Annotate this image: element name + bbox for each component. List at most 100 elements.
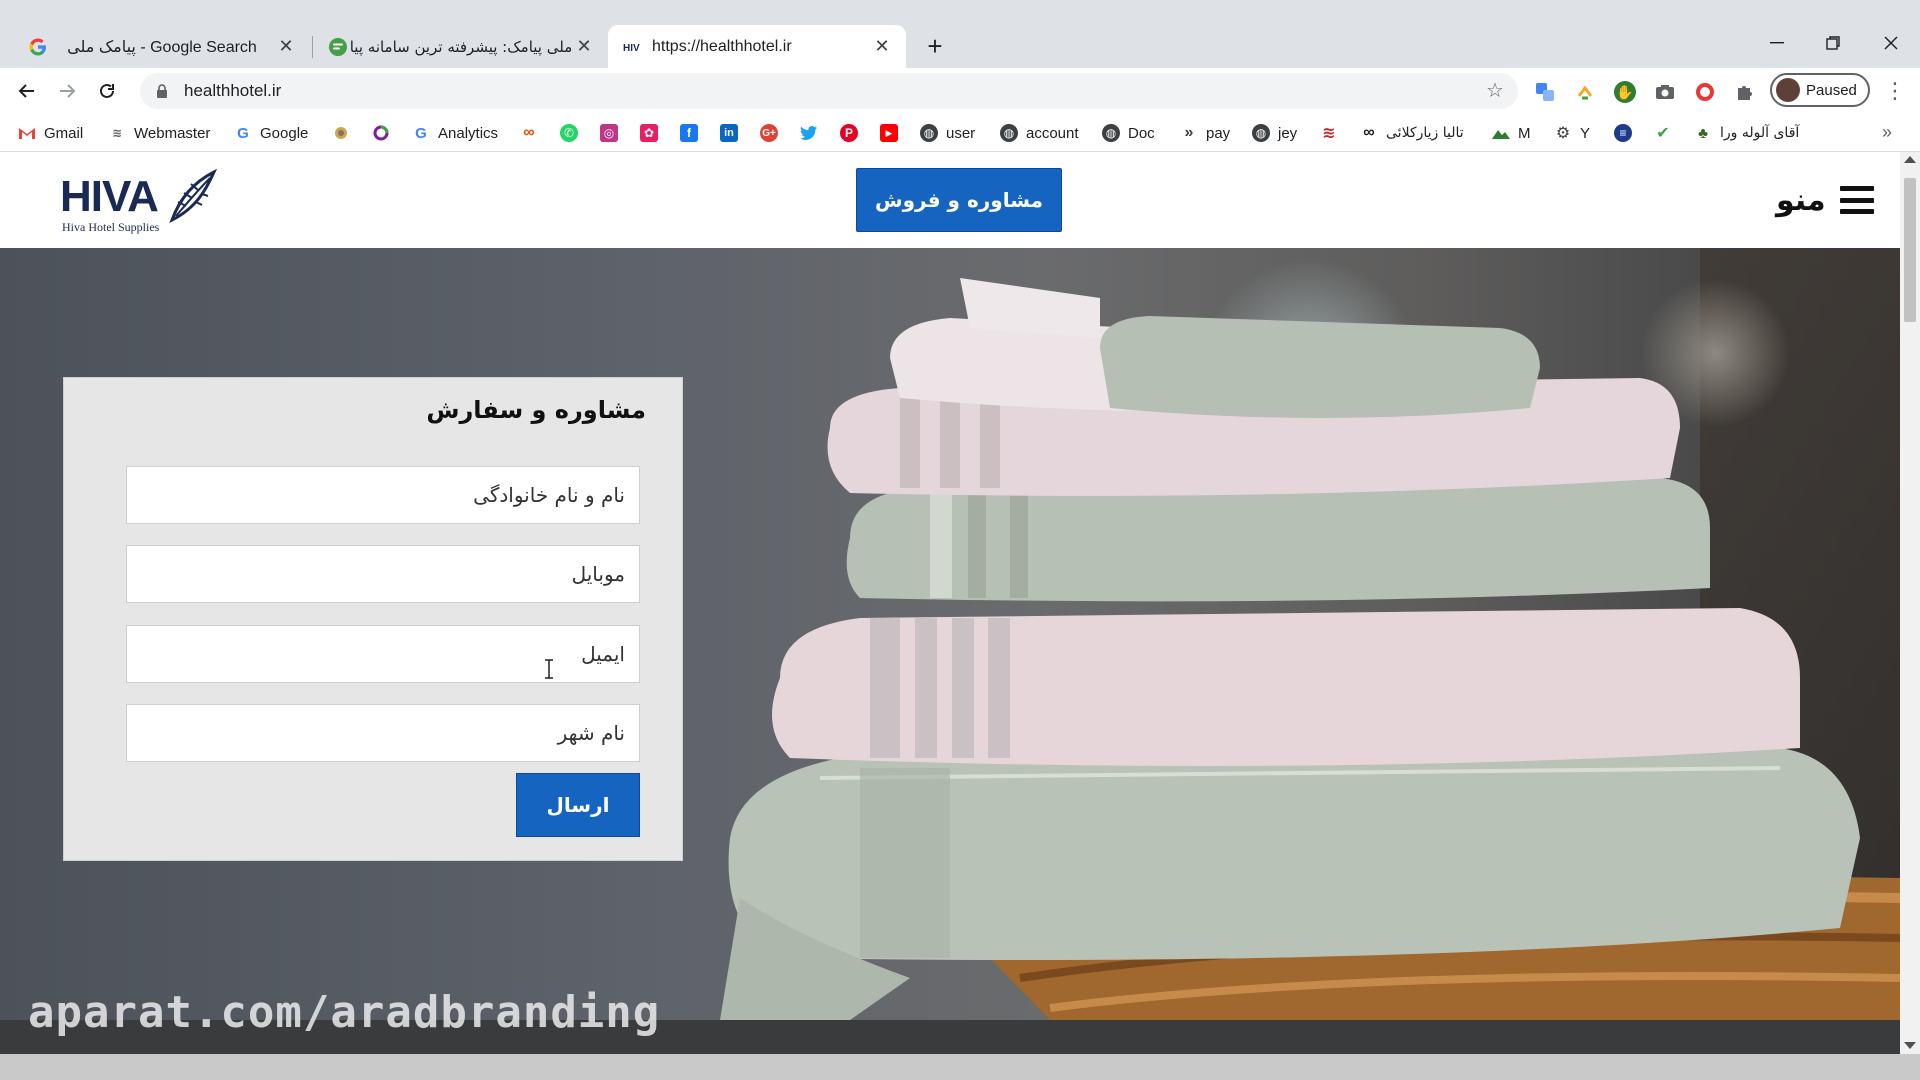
- forward-icon[interactable]: [52, 76, 82, 106]
- page-viewport: HIVA Hiva Hotel Supplies مشاوره و فروش م…: [0, 152, 1920, 1054]
- bookmark-google-plus[interactable]: G+: [760, 120, 778, 146]
- tab-meli-payamak[interactable]: ملی پیامک: پیشرفته ترین سامانه پیا ✕: [314, 25, 608, 68]
- tab-strip: پیامک ملی - Google Search ✕ ملی پیامک: پ…: [0, 0, 1920, 68]
- window-close-icon[interactable]: [1876, 30, 1906, 56]
- ring-icon: [372, 124, 390, 142]
- bookmark-analytics[interactable]: G Analytics: [412, 120, 498, 146]
- linkedin-icon: in: [720, 124, 738, 142]
- bookmark-m[interactable]: M: [1492, 120, 1531, 146]
- bookmark-aloevera[interactable]: ♣ آقای آلوله ورا: [1694, 120, 1799, 146]
- bookmark-pay[interactable]: » pay: [1180, 120, 1230, 146]
- towel-stack-image: [720, 278, 1900, 1020]
- mobile-field[interactable]: موبایل: [126, 545, 640, 603]
- form-title: مشاوره و سفارش: [426, 396, 646, 424]
- status-strip: [0, 1054, 1920, 1080]
- translate-extension-icon[interactable]: [1534, 81, 1556, 103]
- bookmark-twitter[interactable]: [800, 120, 818, 146]
- bookmark-coin[interactable]: ≡: [1614, 120, 1632, 146]
- new-tab-button[interactable]: +: [920, 32, 950, 62]
- profile-status: Paused: [1806, 81, 1857, 99]
- bookmark-badge[interactable]: [332, 120, 350, 146]
- site-icon: HIV: [622, 37, 642, 57]
- scroll-down-arrow-icon[interactable]: [1904, 1042, 1916, 1049]
- bookmark-facebook[interactable]: f: [680, 120, 698, 146]
- bookmark-jey[interactable]: ◍ jey: [1252, 120, 1297, 146]
- check-icon: ✔: [1654, 124, 1672, 142]
- google-icon: [28, 37, 48, 57]
- pinterest-icon: P: [840, 124, 858, 142]
- globe-icon: ◍: [920, 124, 938, 142]
- youtube-icon: ▶: [880, 124, 898, 142]
- tab-google-search[interactable]: پیامک ملی - Google Search ✕: [14, 25, 310, 68]
- tab-title: پیامک ملی - Google Search: [67, 38, 257, 56]
- full-name-field[interactable]: نام و نام خانوادگی: [126, 466, 640, 524]
- extensions-puzzle-icon[interactable]: [1734, 81, 1756, 103]
- bookmark-webmaster[interactable]: ≋ Webmaster: [108, 120, 210, 146]
- full-name-placeholder: نام و نام خانوادگی: [473, 483, 625, 507]
- bookmark-youtube[interactable]: ▶: [880, 120, 898, 146]
- scrollbar-thumb[interactable]: [1904, 178, 1916, 322]
- bookmark-user[interactable]: ◍ user: [920, 120, 975, 146]
- hiva-logo[interactable]: HIVA Hiva Hotel Supplies: [60, 168, 218, 238]
- browser-toolbar: healthhotel.ir ☆ ✋ Paused ⋮: [0, 68, 1920, 114]
- tab-title: ملی پیامک: پیشرفته ترین سامانه پیا: [349, 37, 573, 56]
- menu-button[interactable]: منو: [1776, 180, 1874, 220]
- minimize-icon[interactable]: [1762, 30, 1792, 56]
- email-field[interactable]: ایمیل: [126, 625, 640, 683]
- globe-icon: ◍: [1102, 124, 1120, 142]
- city-placeholder: نام شهر: [557, 721, 625, 745]
- twitter-icon: [800, 124, 818, 142]
- bookmark-linkedin[interactable]: in: [720, 120, 738, 146]
- bookmark-stack[interactable]: ≋: [1320, 120, 1338, 146]
- arrows-extension-icon[interactable]: [1574, 81, 1596, 103]
- hand-extension-icon[interactable]: ✋: [1614, 81, 1636, 103]
- bookmark-gmail[interactable]: Gmail: [18, 120, 83, 146]
- adblock-extension-icon[interactable]: [1694, 81, 1716, 103]
- bookmark-ring[interactable]: [372, 120, 390, 146]
- bookmark-infinity[interactable]: ∞: [520, 120, 538, 146]
- more-menu-icon[interactable]: ⋮: [1882, 78, 1908, 104]
- restore-icon[interactable]: [1818, 30, 1848, 56]
- city-field[interactable]: نام شهر: [126, 704, 640, 762]
- video-watermark: aparat.com/aradbranding: [28, 987, 661, 1038]
- bookmark-star-icon[interactable]: ☆: [1486, 81, 1506, 101]
- close-icon[interactable]: ✕: [276, 36, 296, 57]
- order-form: مشاوره و سفارش نام و نام خانوادگی موبایل…: [63, 377, 683, 861]
- bookmark-account[interactable]: ◍ account: [1000, 120, 1079, 146]
- bookmark-flower[interactable]: ✿: [640, 120, 658, 146]
- consult-sales-button[interactable]: مشاوره و فروش: [856, 168, 1062, 232]
- bookmark-check[interactable]: ✔: [1654, 120, 1672, 146]
- bookmark-talia[interactable]: ∞ تالیا زیارکلائی: [1360, 120, 1464, 146]
- scroll-up-arrow-icon[interactable]: [1904, 156, 1916, 163]
- gmail-icon: [18, 124, 36, 142]
- url-text: healthhotel.ir: [184, 81, 282, 100]
- lock-icon[interactable]: [154, 83, 170, 99]
- camera-icon[interactable]: [1654, 81, 1676, 103]
- back-icon[interactable]: [12, 76, 42, 106]
- bookmark-google[interactable]: G Google: [234, 120, 308, 146]
- facebook-icon: f: [680, 124, 698, 142]
- bookmarks-overflow-button[interactable]: »: [1882, 122, 1892, 143]
- hero-banner: مشاوره و سفارش نام و نام خانوادگی موبایل…: [0, 248, 1900, 1020]
- infinity-icon: ∞: [520, 124, 538, 142]
- tab-separator: [312, 36, 313, 58]
- reload-icon[interactable]: [92, 76, 122, 106]
- submit-button[interactable]: ارسال: [516, 773, 640, 837]
- address-bar[interactable]: healthhotel.ir ☆: [140, 73, 1518, 109]
- tab-healthhotel[interactable]: HIV https://healthhotel.ir ✕: [608, 25, 906, 68]
- settings-icon: ⚙: [1554, 124, 1572, 142]
- bookmark-y[interactable]: ⚙ Y: [1554, 120, 1590, 146]
- instagram-icon: ◎: [600, 124, 618, 142]
- bookmark-whatsapp[interactable]: ✆: [560, 120, 578, 146]
- globe-icon: ◍: [1000, 124, 1018, 142]
- infinity-icon: ∞: [1360, 124, 1378, 142]
- bookmark-instagram[interactable]: ◎: [600, 120, 618, 146]
- close-icon[interactable]: ✕: [574, 36, 594, 57]
- close-icon[interactable]: ✕: [872, 36, 892, 57]
- profile-button[interactable]: Paused: [1770, 73, 1870, 107]
- vertical-scrollbar[interactable]: [1900, 152, 1920, 1054]
- bookmark-pinterest[interactable]: P: [840, 120, 858, 146]
- chevron-icon: »: [1180, 124, 1198, 142]
- bookmark-doc[interactable]: ◍ Doc: [1102, 120, 1155, 146]
- mountain-icon: [1492, 124, 1510, 142]
